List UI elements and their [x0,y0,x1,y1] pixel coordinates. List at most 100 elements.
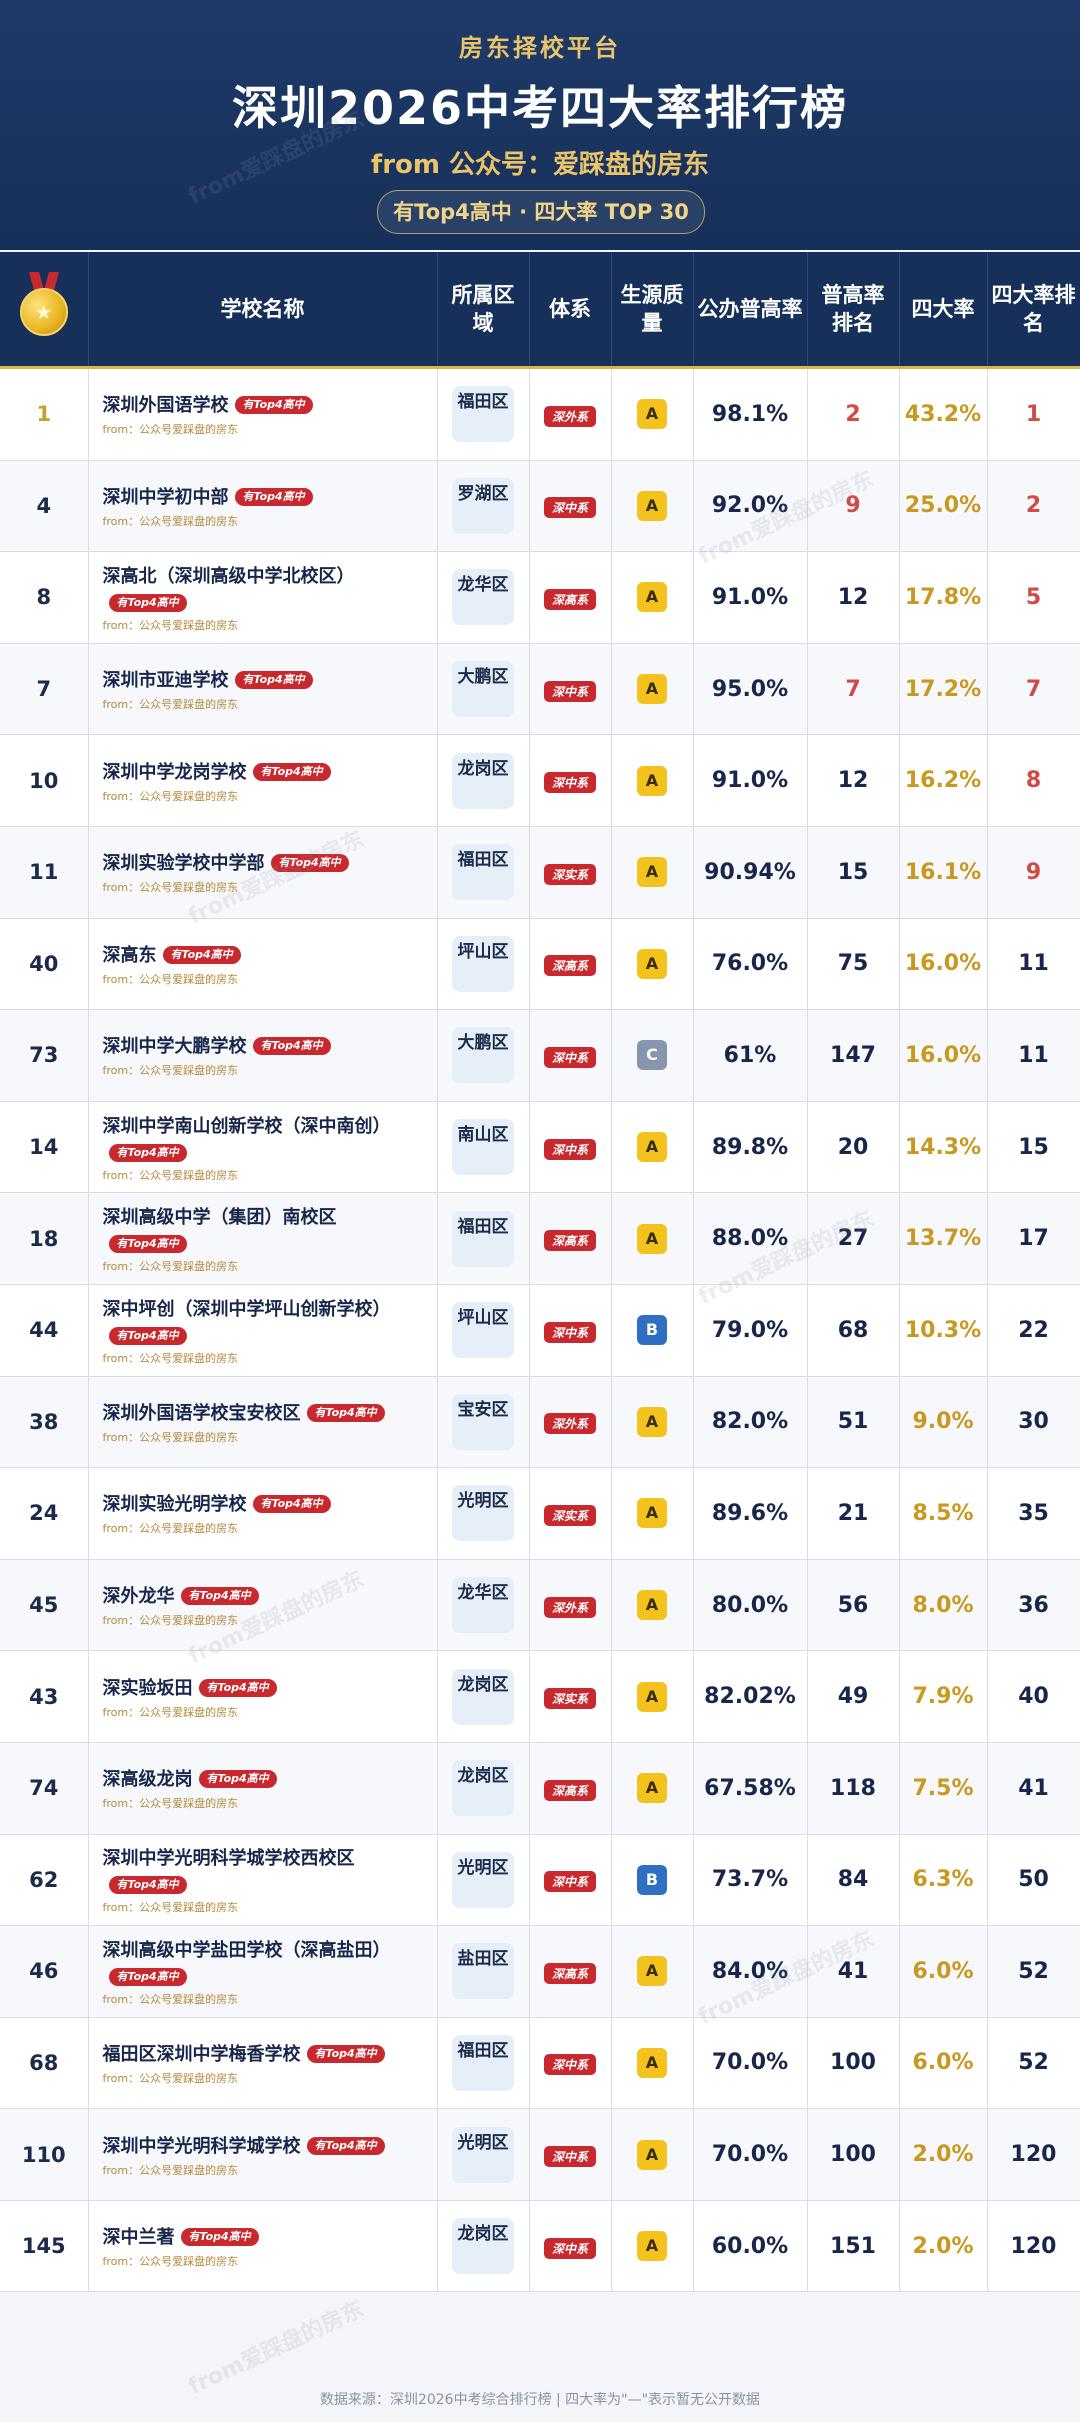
source-caption: from：公众号爱踩盘的房东 [102,1430,239,1444]
school-name: 深圳中学光明科学城学校西校区 [102,1848,355,1870]
table-row: 24 深圳实验光明学校 有Top4高中 from：公众号爱踩盘的房东 光明区 深实系 A 89… [0,1467,1080,1560]
four-rank: 9 [987,826,1080,919]
public-rank: 9 [807,460,900,553]
table-row: 1 深圳外国语学校 有Top4高中 from：公众号爱踩盘的房东 福田区 深外系 A 98.1… [0,367,1080,461]
school-cell: 深圳中学南山创新学校（深中南创） 有Top4高中 from：公众号爱踩盘的房东 [88,1101,438,1194]
header-four-rate: 四大率 [899,252,988,368]
public-rate: 95.0% [693,643,808,736]
system-badge: 深中系 [543,2237,596,2259]
overall-rank: 38 [0,1376,89,1469]
school-name: 深圳中学初中部 [102,486,229,508]
school-cell: 福田区深圳中学梅香学校 有Top4高中 from：公众号爱踩盘的房东 [88,2017,438,2110]
district-badge: 南山区 [452,1119,514,1176]
district-cell: 龙岗区 [437,2200,530,2293]
system-cell: 深中系 [529,2108,612,2201]
public-rate: 79.0% [693,1284,808,1377]
public-rate: 70.0% [693,2017,808,2110]
public-rate: 84.0% [693,1925,808,2018]
four-rank: 7 [987,643,1080,736]
system-cell: 深外系 [529,1559,612,1652]
public-rank: 51 [807,1376,900,1469]
overall-rank: 145 [0,2200,89,2293]
table-row: 14 深圳中学南山创新学校（深中南创） 有Top4高中 from：公众号爱踩盘的房东 南… [0,1101,1080,1194]
top4-badge: 有Top4高中 [252,1495,331,1514]
four-rate: 17.8% [899,551,988,644]
four-rank: 120 [987,2108,1080,2201]
system-badge: 深中系 [543,2054,596,2076]
overall-rank: 14 [0,1101,89,1194]
public-rate: 98.1% [693,367,808,461]
quality-cell: A [611,1467,694,1560]
quality-grade-badge: A [637,1956,667,1987]
quality-grade-badge: A [637,765,667,796]
school-cell: 深圳高级中学（集团）南校区 有Top4高中 from：公众号爱踩盘的房东 [88,1192,438,1285]
public-rank: 21 [807,1467,900,1560]
four-rate: 2.0% [899,2108,988,2201]
four-rate: 16.0% [899,918,988,1011]
district-cell: 福田区 [437,367,530,461]
school-name: 深中坪创（深圳中学坪山创新学校） [102,1298,391,1320]
public-rank: 49 [807,1650,900,1743]
table-row: 46 深圳高级中学盐田学校（深高盐田） 有Top4高中 from：公众号爱踩盘的房东 盐… [0,1925,1080,2018]
school-cell: 深圳实验学校中学部 有Top4高中 from：公众号爱踩盘的房东 [88,826,438,919]
overall-rank: 10 [0,734,89,827]
public-rank: 12 [807,551,900,644]
page-title: 深圳2026中考四大率排行榜 [231,81,849,135]
system-badge: 深中系 [543,1138,596,1160]
source-caption: from：公众号爱踩盘的房东 [102,1797,239,1811]
public-rank: 20 [807,1101,900,1194]
system-cell: 深实系 [529,1467,612,1560]
table-row: 40 深高东 有Top4高中 from：公众号爱踩盘的房东 坪山区 深高系 A 76.0% 75… [0,918,1080,1011]
four-rate: 16.0% [899,1009,988,1102]
public-rank: 2 [807,367,900,461]
source-caption: from：公众号爱踩盘的房东 [102,514,239,528]
source-caption: from：公众号爱踩盘的房东 [102,1064,239,1078]
school-name: 深高级龙岗 [102,1769,193,1791]
school-name: 深圳中学光明科学城学校 [102,2135,301,2157]
public-rank: 100 [807,2017,900,2110]
filter-pill: 有Top4高中 · 四大率 TOP 30 [377,190,705,234]
four-rank: 120 [987,2200,1080,2293]
top4-badge: 有Top4高中 [306,2044,385,2063]
four-rate: 8.0% [899,1559,988,1652]
system-cell: 深中系 [529,734,612,827]
system-badge: 深中系 [543,1321,596,1343]
top4-badge: 有Top4高中 [180,1587,259,1606]
overall-rank: 24 [0,1467,89,1560]
source-caption: from：公众号爱踩盘的房东 [102,1351,239,1365]
quality-grade-badge: A [637,1498,667,1529]
quality-grade-badge: A [637,399,667,430]
platform-name: 房东择校平台 [459,34,621,62]
overall-rank: 68 [0,2017,89,2110]
school-cell: 深中兰著 有Top4高中 from：公众号爱踩盘的房东 [88,2200,438,2293]
system-badge: 深中系 [543,2146,596,2168]
quality-cell: B [611,1284,694,1377]
top4-badge: 有Top4高中 [108,1876,187,1895]
quality-cell: A [611,1650,694,1743]
district-cell: 福田区 [437,1192,530,1285]
table-row: 110 深圳中学光明科学城学校 有Top4高中 from：公众号爱踩盘的房东 光明区 深中… [0,2108,1080,2201]
system-cell: 深高系 [529,1192,612,1285]
district-cell: 龙岗区 [437,1742,530,1835]
header-public-rank: 普高率排名 [807,252,900,368]
four-rank: 40 [987,1650,1080,1743]
top4-badge: 有Top4高中 [108,1326,187,1345]
school-name: 深圳市亚迪学校 [102,670,229,692]
system-badge: 深实系 [543,1504,596,1526]
school-cell: 深圳外国语学校宝安校区 有Top4高中 from：公众号爱踩盘的房东 [88,1376,438,1469]
overall-rank: 110 [0,2108,89,2201]
district-cell: 龙岗区 [437,1650,530,1743]
table-row: 43 深实验坂田 有Top4高中 from：公众号爱踩盘的房东 龙岗区 深实系 A 82.02… [0,1650,1080,1743]
school-cell: 深圳中学大鹏学校 有Top4高中 from：公众号爱踩盘的房东 [88,1009,438,1102]
system-cell: 深中系 [529,1009,612,1102]
source-caption: from：公众号爱踩盘的房东 [102,2071,239,2085]
ranking-table: ★ 学校名称 所属区域 体系 生源质量 公办普高率 普高率排名 四大率 四大率排… [0,252,1080,2293]
top4-badge: 有Top4高中 [234,671,313,690]
top4-badge: 有Top4高中 [306,1403,385,1422]
quality-grade-badge: A [637,490,667,521]
four-rank: 52 [987,1925,1080,2018]
school-cell: 深圳中学龙岗学校 有Top4高中 from：公众号爱踩盘的房东 [88,734,438,827]
quality-grade-badge: A [637,1681,667,1712]
four-rank: 17 [987,1192,1080,1285]
four-rate: 14.3% [899,1101,988,1194]
